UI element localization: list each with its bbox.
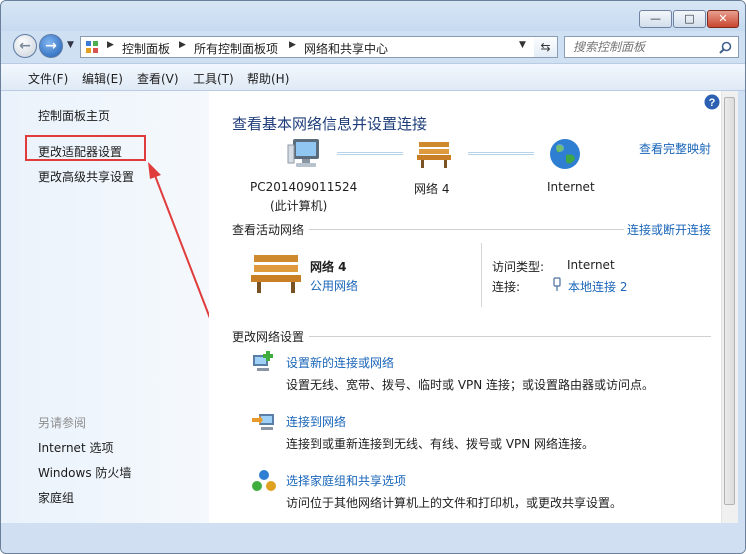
globe-icon <box>550 139 580 169</box>
connection-link[interactable]: 本地连接 2 <box>568 278 627 295</box>
connector-line <box>337 152 403 155</box>
network-node-label: 网络 4 <box>414 182 450 196</box>
help-icon[interactable]: ? <box>704 94 720 110</box>
access-type-label: 访问类型: <box>492 260 545 274</box>
connector-line <box>468 152 534 155</box>
change-settings-heading: 更改网络设置 <box>232 330 305 344</box>
ethernet-icon <box>553 277 561 291</box>
new-connection-icon <box>253 351 273 371</box>
homegroup-icon <box>252 470 276 491</box>
status-bar <box>1 523 745 553</box>
main-content: ? 查看基本网络信息并设置连接 查看完整映射 PC201409011524 (此… <box>209 91 721 523</box>
full-map-link[interactable]: 查看完整映射 <box>639 140 711 157</box>
connect-network-icon <box>252 414 274 430</box>
task-desc-connect: 连接到或重新连接到无线、有线、拨号或 VPN 网络连接。 <box>286 437 595 451</box>
svg-text:?: ? <box>709 97 716 109</box>
task-desc-new-connection: 设置无线、宽带、拨号、临时或 VPN 连接；或设置路由器或访问点。 <box>286 378 655 392</box>
computer-icon <box>287 139 319 167</box>
internet-node-label: Internet <box>547 180 595 194</box>
network-type-link[interactable]: 公用网络 <box>310 277 358 294</box>
bench-icon <box>417 142 451 168</box>
divider <box>309 229 624 230</box>
vertical-scrollbar[interactable] <box>721 91 738 523</box>
bench-icon <box>251 255 301 293</box>
computer-name: PC201409011524 <box>250 180 358 194</box>
connection-label: 连接: <box>492 280 521 294</box>
task-link-homegroup[interactable]: 选择家庭组和共享选项 <box>286 472 406 489</box>
connect-disconnect-link[interactable]: 连接或断开连接 <box>627 221 711 238</box>
computer-subtitle: (此计算机) <box>270 199 328 213</box>
task-link-connect[interactable]: 连接到网络 <box>286 413 346 430</box>
scrollbar-thumb[interactable] <box>724 97 735 505</box>
vertical-divider <box>481 243 482 307</box>
active-networks-heading: 查看活动网络 <box>232 223 305 237</box>
task-desc-homegroup: 访问位于其他网络计算机上的文件和打印机，或更改共享设置。 <box>286 496 623 510</box>
active-network-name: 网络 4 <box>310 260 347 274</box>
divider <box>309 336 711 337</box>
access-type-value: Internet <box>567 258 615 272</box>
window: — □ ✕ ← → ▼ ▶ 控制面板 ▶ 所有控制面板项 ▶ 网络和共享中心 ▼… <box>0 0 746 554</box>
task-link-new-connection[interactable]: 设置新的连接或网络 <box>286 354 394 371</box>
page-title: 查看基本网络信息并设置连接 <box>232 115 428 133</box>
